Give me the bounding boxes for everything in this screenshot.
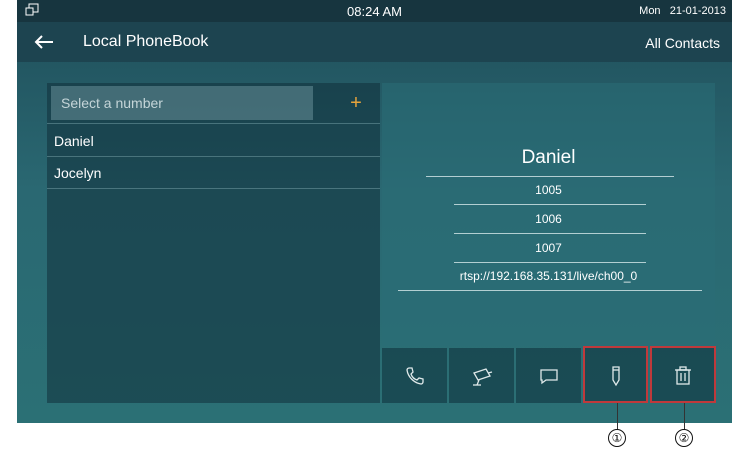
divider [454,262,646,263]
message-button[interactable] [516,348,581,403]
contact-number: 1006 [535,212,562,226]
callout-line [617,403,618,430]
callout-number-2: ② [675,429,693,447]
divider [454,204,646,205]
contact-list-panel: Select a number + Daniel Jocelyn [47,83,380,403]
device-screen: 08:24 AM Mon 21-01-2013 Local PhoneBook … [17,0,732,423]
contact-item-jocelyn[interactable]: Jocelyn [47,157,380,189]
search-input[interactable]: Select a number [51,86,313,120]
contact-detail-panel: Daniel 1005 1006 1007 rtsp://192.168.35.… [382,83,715,346]
camera-icon [473,368,493,386]
phone-icon [406,367,424,385]
arrow-left-icon[interactable] [33,32,55,52]
contact-number: 1007 [535,241,562,255]
title-bar: Local PhoneBook All Contacts [17,22,732,62]
add-contact-button[interactable]: + [341,89,371,117]
divider [398,290,702,291]
list-divider [47,123,380,124]
divider [426,176,674,177]
status-time: 08:24 AM [347,4,402,19]
contact-number: 1005 [535,183,562,197]
callout-number-1: ① [608,429,626,447]
all-contacts-filter[interactable]: All Contacts [645,35,720,51]
contact-item-daniel[interactable]: Daniel [47,125,380,157]
highlight-edit-button [583,346,648,403]
callout-line [684,403,685,430]
message-icon [540,369,558,385]
status-bar: 08:24 AM Mon 21-01-2013 [17,0,732,22]
call-button[interactable] [382,348,447,403]
divider [454,233,646,234]
status-date: Mon 21-01-2013 [639,5,726,17]
monitor-button[interactable] [449,348,514,403]
highlight-delete-button [650,346,716,403]
contact-stream-url: rtsp://192.168.35.131/live/ch00_0 [459,269,638,283]
page-title: Local PhoneBook [83,33,209,50]
contact-detail-name: Daniel [521,147,576,168]
list-divider [47,188,380,189]
